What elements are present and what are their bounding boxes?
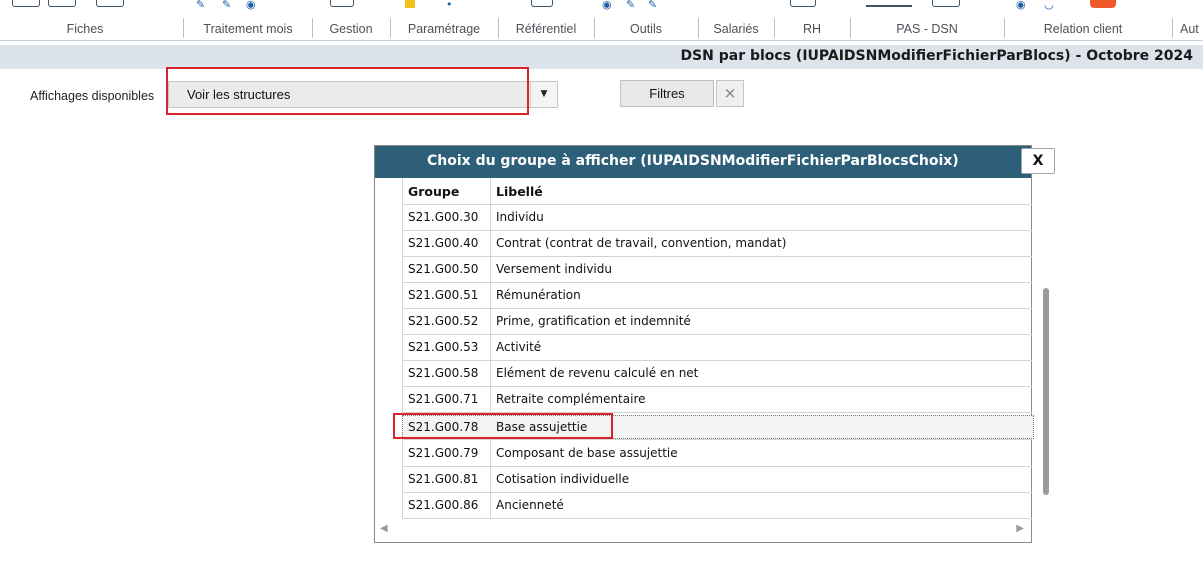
- ribbon-separator: [498, 18, 499, 38]
- cell-libelle: Prime, gratification et indemnité: [496, 314, 691, 328]
- ribbon-group-label: Relation client: [1043, 22, 1123, 36]
- vertical-scrollbar-thumb[interactable]: [1043, 288, 1049, 495]
- affichages-select-value: Voir les structures: [187, 87, 291, 102]
- dialog-header: Choix du groupe à afficher (IUPAIDSNModi…: [375, 146, 1031, 178]
- cell-libelle: Rémunération: [496, 288, 581, 302]
- cell-groupe: S21.G00.79: [408, 446, 479, 460]
- page-title: DSN par blocs (IUPAIDSNModifierFichierPa…: [680, 48, 1193, 64]
- table-row[interactable]: S21.G00.71 Retraite complémentaire: [375, 386, 1033, 412]
- affichages-select[interactable]: Voir les structures ▼: [168, 81, 558, 108]
- ribbon-separator: [774, 18, 775, 38]
- cell-groupe: S21.G00.81: [408, 472, 479, 486]
- column-header-libelle[interactable]: Libellé: [496, 184, 543, 199]
- ribbon-group-pas-dsn[interactable]: PAS - DSN: [852, 0, 1002, 40]
- page-title-bar: DSN par blocs (IUPAIDSNModifierFichierPa…: [0, 45, 1203, 69]
- ribbon-separator: [312, 18, 313, 38]
- ribbon-group-outils[interactable]: Outils: [596, 0, 696, 40]
- column-header-groupe[interactable]: Groupe: [408, 184, 459, 199]
- ribbon-group-salaries[interactable]: Salariés: [700, 0, 772, 40]
- ribbon-group-label: Référentiel: [515, 22, 577, 36]
- ribbon-group-label: Paramétrage: [407, 22, 481, 36]
- cell-groupe: S21.G00.78: [408, 420, 479, 434]
- cell-libelle: Ancienneté: [496, 498, 564, 512]
- ribbon-separator: [183, 18, 184, 38]
- table-row[interactable]: S21.G00.58 Elément de revenu calculé en …: [375, 360, 1033, 386]
- cell-groupe: S21.G00.40: [408, 236, 479, 250]
- ribbon-separator: [698, 18, 699, 38]
- dialog-close-button[interactable]: X: [1021, 148, 1055, 174]
- ribbon-group-label: RH: [802, 22, 822, 36]
- ribbon-group-label: Fiches: [66, 22, 104, 36]
- cell-libelle: Retraite complémentaire: [496, 392, 646, 406]
- table-row[interactable]: S21.G00.50 Versement individu: [375, 256, 1033, 282]
- ribbon-group-relation-client[interactable]: Relation client: [1006, 0, 1160, 40]
- cell-libelle: Base assujettie: [496, 420, 588, 434]
- table-row[interactable]: S21.G00.52 Prime, gratification et indem…: [375, 308, 1033, 334]
- table-row[interactable]: S21.G00.81 Cotisation individuelle: [375, 466, 1033, 492]
- affichages-label: Affichages disponibles: [30, 89, 155, 103]
- ribbon-group-label: Gestion: [329, 22, 373, 36]
- fiche-icon[interactable]: [12, 0, 40, 7]
- ribbon-group-fiches[interactable]: Fiches: [40, 0, 130, 40]
- table-row-selected[interactable]: S21.G00.78 Base assujettie: [375, 414, 1033, 440]
- grid-line: [402, 412, 1032, 413]
- table-row[interactable]: S21.G00.30 Individu: [375, 204, 1033, 230]
- ribbon-group-label: PAS - DSN: [896, 22, 958, 36]
- ribbon-group-label: Outils: [630, 22, 662, 36]
- ribbon-group-label: Traitement mois: [203, 22, 293, 36]
- ribbon-group-autres[interactable]: Aut: [1180, 0, 1203, 40]
- group-choice-dialog: Choix du groupe à afficher (IUPAIDSNModi…: [374, 145, 1034, 543]
- ribbon-separator: [1172, 18, 1173, 38]
- cell-groupe: S21.G00.50: [408, 262, 479, 276]
- cell-groupe: S21.G00.71: [408, 392, 479, 406]
- cell-groupe: S21.G00.86: [408, 498, 479, 512]
- filtres-button[interactable]: Filtres: [620, 80, 714, 107]
- table-row[interactable]: S21.G00.53 Activité: [375, 334, 1033, 360]
- cell-groupe: S21.G00.51: [408, 288, 479, 302]
- table-row[interactable]: S21.G00.79 Composant de base assujettie: [375, 440, 1033, 466]
- cell-libelle: Elément de revenu calculé en net: [496, 366, 699, 380]
- horizontal-scrollbar[interactable]: ◀ ▶: [375, 519, 1031, 541]
- ribbon-separator: [850, 18, 851, 38]
- dropdown-arrow-icon[interactable]: ▼: [530, 82, 557, 107]
- grid-header-row: Groupe Libellé: [375, 178, 1033, 204]
- cell-libelle: Individu: [496, 210, 544, 224]
- ribbon-group-referentiel[interactable]: Référentiel: [500, 0, 592, 40]
- cell-groupe: S21.G00.30: [408, 210, 479, 224]
- cell-libelle: Contrat (contrat de travail, convention,…: [496, 236, 787, 250]
- ribbon-group-traitement-mois[interactable]: Traitement mois: [186, 0, 310, 40]
- ribbon-toolbar: Fiches ✎ ✎ ◉ Traitement mois Gestion • P…: [0, 0, 1203, 41]
- ribbon-separator: [594, 18, 595, 38]
- ribbon-group-parametrage[interactable]: Paramétrage: [392, 0, 496, 40]
- cell-libelle: Composant de base assujettie: [496, 446, 678, 460]
- scroll-left-icon[interactable]: ◀: [380, 523, 388, 534]
- ribbon-group-label: Salariés: [713, 22, 759, 36]
- cell-libelle: Cotisation individuelle: [496, 472, 630, 486]
- ribbon-separator: [1004, 18, 1005, 38]
- cell-groupe: S21.G00.58: [408, 366, 479, 380]
- ribbon-separator: [390, 18, 391, 38]
- scroll-right-icon[interactable]: ▶: [1016, 523, 1024, 534]
- cell-groupe: S21.G00.52: [408, 314, 479, 328]
- ribbon-group-label: Aut: [1180, 22, 1199, 36]
- table-row[interactable]: S21.G00.51 Rémunération: [375, 282, 1033, 308]
- cell-groupe: S21.G00.53: [408, 340, 479, 354]
- dialog-title: Choix du groupe à afficher (IUPAIDSNModi…: [427, 153, 959, 169]
- table-row[interactable]: S21.G00.40 Contrat (contrat de travail, …: [375, 230, 1033, 256]
- ribbon-group-rh[interactable]: RH: [776, 0, 848, 40]
- cell-libelle: Activité: [496, 340, 542, 354]
- clear-filter-icon[interactable]: ×: [716, 80, 744, 107]
- ribbon-group-gestion[interactable]: Gestion: [314, 0, 388, 40]
- cell-libelle: Versement individu: [496, 262, 612, 276]
- table-row[interactable]: S21.G00.86 Ancienneté: [375, 492, 1033, 518]
